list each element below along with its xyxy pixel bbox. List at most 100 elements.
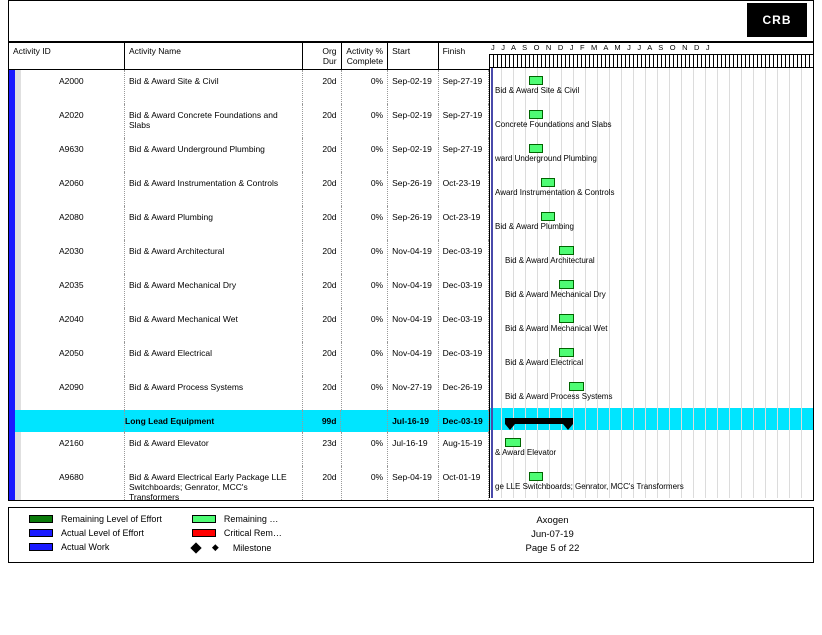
cell-start: Sep-02-19 bbox=[388, 138, 438, 172]
cell-pct: 0% bbox=[342, 172, 389, 206]
gantt-row: Bid & Award Plumbing bbox=[489, 204, 813, 238]
cell-pct: 0% bbox=[342, 138, 389, 172]
summary-name: Long Lead Equipment bbox=[125, 410, 303, 432]
cell-dur: 20d bbox=[303, 104, 342, 138]
activity-bar bbox=[559, 348, 574, 357]
gantt-summary-row bbox=[489, 408, 813, 430]
cell-finish: Sep-27-19 bbox=[439, 104, 489, 138]
cell-start: Sep-02-19 bbox=[388, 70, 438, 104]
legend-milestone: ◆Milestone bbox=[192, 542, 282, 553]
table-row: A2090 Bid & Award Process Systems 20d 0%… bbox=[9, 376, 489, 410]
bar-label: Bid & Award Plumbing bbox=[495, 222, 574, 231]
left-stripe bbox=[9, 410, 15, 432]
indent-stripe bbox=[15, 138, 21, 172]
cell-start: Nov-04-19 bbox=[388, 274, 438, 308]
summary-dur: 99d bbox=[303, 410, 342, 432]
gantt-grid bbox=[489, 306, 813, 340]
cell-name: Bid & Award Electrical Early Package LLE… bbox=[125, 466, 303, 500]
table-row: A2035 Bid & Award Mechanical Dry 20d 0% … bbox=[9, 274, 489, 308]
bar-label: Bid & Award Mechanical Dry bbox=[505, 290, 606, 299]
cell-dur: 20d bbox=[303, 138, 342, 172]
logo: CRB bbox=[747, 3, 807, 37]
status-line bbox=[491, 408, 493, 430]
gantt-grid bbox=[489, 340, 813, 374]
legend-critical: Critical Rem… bbox=[192, 528, 282, 538]
cell-finish: Sep-27-19 bbox=[439, 138, 489, 172]
cell-pct: 0% bbox=[342, 274, 389, 308]
schedule-table: Activity ID Activity Name Org Dur Activi… bbox=[8, 42, 814, 501]
gantt-row: Award Instrumentation & Controls bbox=[489, 170, 813, 204]
legend-remaining-loe: Remaining Level of Effort bbox=[29, 514, 162, 524]
bar-label: Bid & Award Architectural bbox=[505, 256, 595, 265]
cell-name: Bid & Award Instrumentation & Controls bbox=[125, 172, 303, 206]
bar-label: Bid & Award Mechanical Wet bbox=[505, 324, 607, 333]
cell-id: A2000 bbox=[9, 70, 125, 104]
table-row: A9680 Bid & Award Electrical Early Packa… bbox=[9, 466, 489, 500]
col-activity-name: Activity Name bbox=[125, 43, 303, 70]
cell-dur: 20d bbox=[303, 206, 342, 240]
table-row: A2020 Bid & Award Concrete Foundations a… bbox=[9, 104, 489, 138]
gantt-row: Bid & Award Mechanical Dry bbox=[489, 272, 813, 306]
col-org-dur: Org Dur bbox=[303, 43, 342, 70]
status-line bbox=[491, 136, 493, 170]
legend-col-1: Remaining Level of Effort Actual Level o… bbox=[29, 514, 162, 556]
indent-stripe bbox=[15, 274, 21, 308]
cell-name: Bid & Award Electrical bbox=[125, 342, 303, 376]
cell-finish: Dec-03-19 bbox=[439, 274, 489, 308]
cell-pct: 0% bbox=[342, 104, 389, 138]
col-pct-complete: Activity % Complete bbox=[342, 43, 389, 70]
gantt-row: Concrete Foundations and Slabs bbox=[489, 102, 813, 136]
bar-label: Bid & Award Site & Civil bbox=[495, 86, 579, 95]
gantt-grid bbox=[489, 204, 813, 238]
cell-id: A2090 bbox=[9, 376, 125, 410]
cell-id: A2080 bbox=[9, 206, 125, 240]
activity-bar bbox=[559, 280, 574, 289]
gantt-row: Bid & Award Mechanical Wet bbox=[489, 306, 813, 340]
cell-start: Nov-04-19 bbox=[388, 308, 438, 342]
activity-bar bbox=[529, 472, 543, 481]
col-activity-id: Activity ID bbox=[9, 43, 125, 70]
activity-bar bbox=[569, 382, 584, 391]
cell-start: Sep-02-19 bbox=[388, 104, 438, 138]
legend-remaining: Remaining … bbox=[192, 514, 282, 524]
activity-bar bbox=[541, 178, 555, 187]
indent-stripe bbox=[15, 342, 21, 376]
cell-dur: 20d bbox=[303, 466, 342, 500]
legend-text: Actual Level of Effort bbox=[61, 528, 144, 538]
cell-finish: Oct-23-19 bbox=[439, 172, 489, 206]
cell-dur: 20d bbox=[303, 342, 342, 376]
cell-id: A9680 bbox=[9, 466, 125, 500]
activity-bar bbox=[529, 144, 543, 153]
gantt-grid bbox=[489, 430, 813, 464]
gantt-row: Bid & Award Process Systems bbox=[489, 374, 813, 408]
cell-id: A2160 bbox=[9, 432, 125, 466]
cell-name: Bid & Award Process Systems bbox=[125, 376, 303, 410]
gantt-row: ge LLE Switchboards; Genrator, MCC's Tra… bbox=[489, 464, 813, 498]
cell-name: Bid & Award Elevator bbox=[125, 432, 303, 466]
status-line bbox=[491, 68, 493, 102]
cell-finish: Sep-27-19 bbox=[439, 70, 489, 104]
cell-name: Bid & Award Mechanical Wet bbox=[125, 308, 303, 342]
gantt-panel: J J A S O N D J F M A M J J A S O N D J … bbox=[489, 43, 813, 500]
cell-id: A2060 bbox=[9, 172, 125, 206]
cell-name: Bid & Award Concrete Foundations and Sla… bbox=[125, 104, 303, 138]
cell-name: Bid & Award Mechanical Dry bbox=[125, 274, 303, 308]
cell-id: A2020 bbox=[9, 104, 125, 138]
summary-row: Long Lead Equipment 99d Jul-16-19 Dec-03… bbox=[9, 410, 489, 432]
indent-stripe bbox=[15, 432, 21, 466]
gantt-grid bbox=[489, 238, 813, 272]
cell-start: Jul-16-19 bbox=[388, 432, 438, 466]
indent-stripe bbox=[15, 240, 21, 274]
indent-stripe bbox=[15, 308, 21, 342]
gantt-grid bbox=[489, 68, 813, 102]
cell-dur: 23d bbox=[303, 432, 342, 466]
table-row: A2050 Bid & Award Electrical 20d 0% Nov-… bbox=[9, 342, 489, 376]
cell-start: Sep-04-19 bbox=[388, 466, 438, 500]
legend-text: Milestone bbox=[233, 543, 272, 553]
cell-pct: 0% bbox=[342, 466, 389, 500]
cell-dur: 20d bbox=[303, 308, 342, 342]
footer-page: Page 5 of 22 bbox=[312, 542, 793, 556]
legend-text: Critical Rem… bbox=[224, 528, 282, 538]
cell-start: Nov-04-19 bbox=[388, 240, 438, 274]
cell-finish: Dec-03-19 bbox=[439, 240, 489, 274]
